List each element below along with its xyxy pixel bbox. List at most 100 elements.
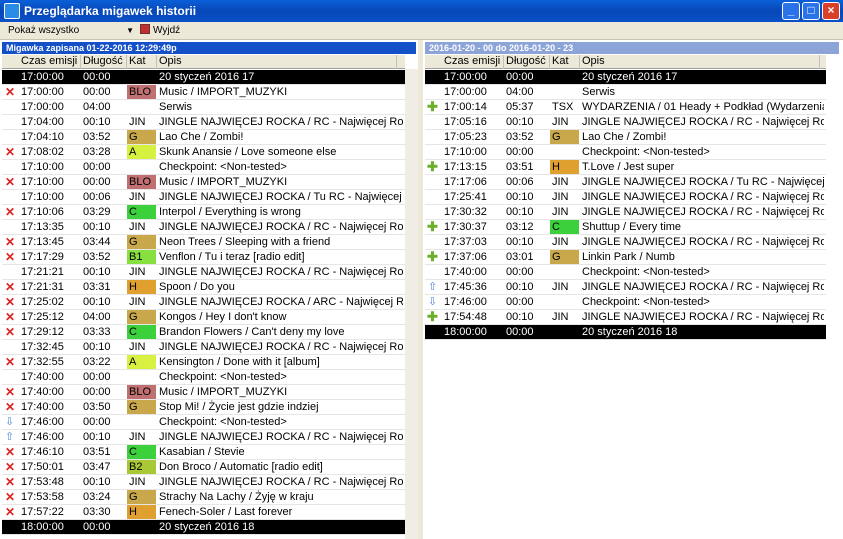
table-row[interactable]: 17:21:21 00:10 JIN JINGLE NAJWIĘCEJ ROCKA /… bbox=[2, 265, 405, 280]
table-row[interactable]: ⇩ 17:46:00 00:00 Checkpoint: <Non-tested> bbox=[425, 295, 826, 310]
table-row[interactable]: 17:00:00 04:00 Serwis bbox=[425, 85, 826, 100]
cell-description: Checkpoint: <Non-tested> bbox=[582, 266, 710, 278]
cell-category: JIN bbox=[129, 191, 146, 203]
table-row[interactable]: 17:17:06 00:06 JIN JINGLE NAJWIĘCEJ ROCKA /… bbox=[425, 175, 826, 190]
table-row[interactable]: 17:00:00 00:00 20 styczeń 2016 17 bbox=[2, 70, 405, 85]
cell-duration: 00:10 bbox=[506, 206, 534, 218]
cell-category: BLO bbox=[127, 175, 156, 189]
table-row[interactable]: 17:10:00 00:00 Checkpoint: <Non-tested> bbox=[2, 160, 405, 175]
cell-category: G bbox=[550, 130, 579, 144]
row-icon-slot bbox=[2, 370, 18, 384]
column-header[interactable]: Opis bbox=[157, 55, 397, 69]
close-icon[interactable]: × bbox=[822, 2, 840, 20]
cell-description: Music / IMPORT_MUZYKI bbox=[159, 386, 288, 398]
cell-duration: 00:00 bbox=[506, 266, 534, 278]
table-row[interactable]: ✕ 17:25:02 00:10 JIN JINGLE NAJWIĘCEJ ROCKA … bbox=[2, 295, 405, 310]
table-row[interactable]: ✕ 17:00:00 00:00 BLO Music / IMPORT_MUZYKI bbox=[2, 85, 405, 100]
removed-icon: ✕ bbox=[5, 295, 16, 309]
table-row[interactable]: ✕ 17:46:10 03:51 C Kasabian / Stevie bbox=[2, 445, 405, 460]
table-row[interactable]: ✕ 17:57:22 03:30 H Fenech-Soler / Last forev… bbox=[2, 505, 405, 520]
table-row[interactable]: ✕ 17:40:00 00:00 BLO Music / IMPORT_MUZYKI bbox=[2, 385, 405, 400]
row-icon-slot bbox=[425, 130, 441, 144]
cell-description: Lao Che / Zombi! bbox=[582, 131, 667, 143]
table-row[interactable]: ✕ 17:40:00 03:50 G Stop Mi! / Życie jest gdz… bbox=[2, 400, 405, 415]
exit-button[interactable]: Wyjdź bbox=[140, 24, 180, 38]
table-row[interactable]: ✕ 17:21:31 03:31 H Spoon / Do you bbox=[2, 280, 405, 295]
table-row[interactable]: ✚ 17:30:37 03:12 C Shuttup / Every time bbox=[425, 220, 826, 235]
table-row[interactable]: 17:13:35 00:10 JIN JINGLE NAJWIĘCEJ ROCKA /… bbox=[2, 220, 405, 235]
maximize-icon[interactable]: □ bbox=[802, 2, 820, 20]
table-row[interactable]: ⇧ 17:46:00 00:10 JIN JINGLE NAJWIĘCEJ ROCKA … bbox=[2, 430, 405, 445]
table-row[interactable]: ✕ 17:29:12 03:33 C Brandon Flowers / Can't d… bbox=[2, 325, 405, 340]
column-header[interactable]: Kat bbox=[127, 55, 157, 69]
cell-category: JIN bbox=[552, 236, 569, 248]
row-icon-slot bbox=[2, 130, 18, 144]
column-header[interactable]: Długość bbox=[81, 55, 127, 69]
table-row[interactable]: ✕ 17:25:12 04:00 G Kongos / Hey I don't know bbox=[2, 310, 405, 325]
cell-time: 17:40:00 bbox=[444, 266, 487, 278]
cell-duration: 00:10 bbox=[506, 116, 534, 128]
cell-description: JINGLE NAJWIĘCEJ ROCKA / RC - Najwięcej … bbox=[159, 116, 403, 128]
table-row[interactable]: 17:10:00 00:00 Checkpoint: <Non-tested> bbox=[425, 145, 826, 160]
table-row[interactable]: 17:37:03 00:10 JIN JINGLE NAJWIĘCEJ ROCKA /… bbox=[425, 235, 826, 250]
table-row[interactable]: ✚ 17:00:14 05:37 TSX WYDARZENIA / 01 Heady +… bbox=[425, 100, 826, 115]
minimize-icon[interactable]: _ bbox=[782, 2, 800, 20]
table-row[interactable]: 18:00:00 00:00 20 styczeń 2016 18 bbox=[2, 520, 405, 535]
removed-icon: ✕ bbox=[5, 475, 16, 489]
table-row[interactable]: ✕ 17:53:58 03:24 G Strachy Na Lachy / Żyję w… bbox=[2, 490, 405, 505]
table-row[interactable]: 17:40:00 00:00 Checkpoint: <Non-tested> bbox=[425, 265, 826, 280]
table-row[interactable]: 17:30:32 00:10 JIN JINGLE NAJWIĘCEJ ROCKA /… bbox=[425, 205, 826, 220]
table-row[interactable]: ✚ 17:37:06 03:01 G Linkin Park / Numb bbox=[425, 250, 826, 265]
cell-duration: 03:51 bbox=[83, 446, 111, 458]
column-header[interactable]: Długość bbox=[504, 55, 550, 69]
table-row[interactable]: ✕ 17:53:48 00:10 JIN JINGLE NAJWIĘCEJ ROCKA … bbox=[2, 475, 405, 490]
cell-time: 17:00:00 bbox=[444, 71, 487, 83]
table-row[interactable]: ✚ 17:54:48 00:10 JIN JINGLE NAJWIĘCEJ ROCKA … bbox=[425, 310, 826, 325]
removed-icon: ✕ bbox=[5, 175, 16, 189]
column-header[interactable]: Opis bbox=[580, 55, 820, 69]
table-row[interactable]: ✕ 17:32:55 03:22 A Kensington / Done with it… bbox=[2, 355, 405, 370]
table-row[interactable]: 18:00:00 00:00 20 styczeń 2016 18 bbox=[425, 325, 826, 340]
table-row[interactable]: ✕ 17:10:06 03:29 C Interpol / Everything is … bbox=[2, 205, 405, 220]
table-row[interactable]: ✕ 17:50:01 03:47 B2 Don Broco / Automatic [r… bbox=[2, 460, 405, 475]
left-scrollbar[interactable] bbox=[405, 69, 418, 539]
table-row[interactable]: ⇩ 17:46:00 00:00 Checkpoint: <Non-tested> bbox=[2, 415, 405, 430]
cell-time: 17:00:00 bbox=[444, 86, 487, 98]
filter-dropdown[interactable]: Pokaż wszystko ▼ bbox=[8, 24, 134, 38]
table-row[interactable]: 17:04:10 03:52 G Lao Che / Zombi! bbox=[2, 130, 405, 145]
cell-duration: 00:10 bbox=[506, 311, 534, 323]
row-icon-slot bbox=[2, 160, 18, 174]
table-row[interactable]: 17:10:00 00:06 JIN JINGLE NAJWIĘCEJ ROCKA /… bbox=[2, 190, 405, 205]
column-header[interactable]: Czas emisji bbox=[442, 55, 504, 69]
cell-time: 17:46:00 bbox=[21, 431, 64, 443]
table-row[interactable]: ✕ 17:13:45 03:44 G Neon Trees / Sleeping wit… bbox=[2, 235, 405, 250]
cell-category: C bbox=[127, 205, 156, 219]
cell-description: 20 styczeń 2016 17 bbox=[159, 71, 255, 83]
column-header[interactable]: Czas emisji bbox=[19, 55, 81, 69]
cell-duration: 00:00 bbox=[83, 371, 111, 383]
table-row[interactable]: 17:32:45 00:10 JIN JINGLE NAJWIĘCEJ ROCKA /… bbox=[2, 340, 405, 355]
cell-duration: 00:00 bbox=[83, 161, 111, 173]
table-row[interactable]: ✚ 17:13:15 03:51 H T.Love / Jest super bbox=[425, 160, 826, 175]
table-row[interactable]: ⇧ 17:45:36 00:10 JIN JINGLE NAJWIĘCEJ ROCKA … bbox=[425, 280, 826, 295]
cell-duration: 03:24 bbox=[83, 491, 111, 503]
table-row[interactable]: 17:25:41 00:10 JIN JINGLE NAJWIĘCEJ ROCKA /… bbox=[425, 190, 826, 205]
table-row[interactable]: 17:05:16 00:10 JIN JINGLE NAJWIĘCEJ ROCKA /… bbox=[425, 115, 826, 130]
table-row[interactable]: 17:40:00 00:00 Checkpoint: <Non-tested> bbox=[2, 370, 405, 385]
table-row[interactable]: 17:00:00 04:00 Serwis bbox=[2, 100, 405, 115]
table-row[interactable]: 17:04:00 00:10 JIN JINGLE NAJWIĘCEJ ROCKA /… bbox=[2, 115, 405, 130]
cell-category: H bbox=[127, 505, 156, 519]
cell-time: 17:54:48 bbox=[444, 311, 487, 323]
table-row[interactable]: 17:00:00 00:00 20 styczeń 2016 17 bbox=[425, 70, 826, 85]
cell-duration: 03:47 bbox=[83, 461, 111, 473]
table-row[interactable]: ✕ 17:10:00 00:00 BLO Music / IMPORT_MUZYKI bbox=[2, 175, 405, 190]
table-row[interactable]: 17:05:23 03:52 G Lao Che / Zombi! bbox=[425, 130, 826, 145]
cell-category: JIN bbox=[129, 296, 146, 308]
table-row[interactable]: ✕ 17:08:02 03:28 A Skunk Anansie / Love some… bbox=[2, 145, 405, 160]
cell-duration: 00:10 bbox=[506, 191, 534, 203]
row-icon-slot bbox=[425, 325, 441, 339]
cell-category bbox=[550, 85, 579, 99]
column-header[interactable]: Kat bbox=[550, 55, 580, 69]
removed-icon: ✕ bbox=[5, 445, 16, 459]
table-row[interactable]: ✕ 17:17:29 03:52 B1 Venflon / Tu i teraz [ra… bbox=[2, 250, 405, 265]
